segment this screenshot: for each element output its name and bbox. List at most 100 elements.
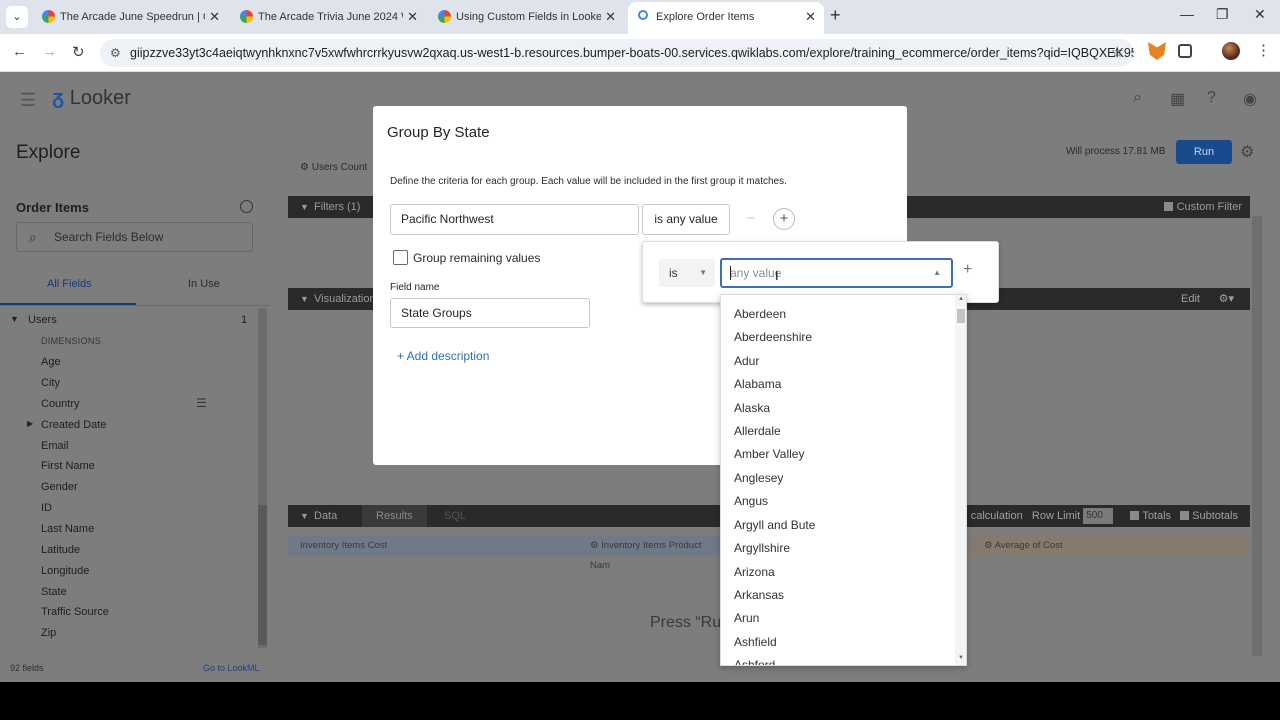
reload-icon[interactable]: ↻ [72,43,85,61]
list-item[interactable]: Aberdeen [734,307,786,321]
tab-results[interactable]: Results [362,505,427,527]
group-name-input[interactable]: Pacific Northwest [390,204,639,235]
tab-all-fields[interactable]: All Fields [47,278,92,290]
caret-down-icon[interactable]: ▼ [10,314,19,324]
history-icon[interactable] [240,200,253,213]
column-header[interactable]: ⚙ Inventory Items Product Nam [578,536,720,571]
browser-tab-4-active[interactable]: Explore Order Items ✕ [628,2,824,34]
close-tab-icon[interactable]: ✕ [407,4,418,30]
add-group-icon[interactable]: + [773,208,795,230]
address-bar[interactable]: ⚙ giipzzve33yt3c4aeiqtwynhknxnc7v5xwfwhr… [100,39,1134,67]
close-tab-icon[interactable]: ✕ [605,4,616,30]
caret-right-icon[interactable]: ▶ [27,419,33,428]
subtotals-checkbox[interactable] [1180,511,1190,520]
field-name-input[interactable]: State Groups [390,298,590,328]
tab-in-use[interactable]: In Use [188,278,220,290]
column-header[interactable]: ⚙ Average of Cost [972,536,1250,556]
list-item[interactable]: Adur [734,354,759,368]
tab-title: The Arcade June Speedrun | Go [60,11,205,23]
totals-checkbox[interactable] [1130,511,1140,520]
browser-tab-2[interactable]: The Arcade Trivia June 2024 We ✕ [230,4,426,30]
field-created-date[interactable]: Created Date [41,419,106,431]
close-tab-icon[interactable]: ✕ [209,4,220,30]
field-id[interactable]: ID [41,502,52,514]
browser-tab-3[interactable]: Using Custom Fields in Looker ✕ [428,4,624,30]
list-item[interactable]: Angus [734,494,768,508]
browser-tab-1[interactable]: The Arcade June Speedrun | Go ✕ [32,4,228,30]
value-input[interactable]: any value ▲ [720,258,953,288]
operator-select[interactable]: is ▼ [659,259,715,287]
field-search-input[interactable]: ⌕ Search Fields Below [16,222,253,252]
triangle-up-icon[interactable]: ▲ [933,260,941,286]
field-first-name[interactable]: First Name [41,460,95,472]
field-traffic-source[interactable]: Traffic Source [41,606,109,618]
field-longitude[interactable]: Longitude [41,565,89,577]
field-country[interactable]: Country [41,398,80,410]
edit-visualization-button[interactable]: Edit [1181,288,1200,310]
add-description-link[interactable]: + Add description [397,349,489,363]
main-scrollbar[interactable] [1252,216,1262,656]
field-last-name[interactable]: Last Name [41,523,94,535]
field-age[interactable]: Age [41,356,61,368]
tab-search-chevron-icon[interactable]: ⌄ [6,6,28,28]
list-item[interactable]: Arizona [734,565,775,579]
forward-arrow-icon[interactable]: → [42,43,57,60]
add-condition-icon[interactable]: + [963,261,972,279]
list-item[interactable]: Argyllshire [734,541,790,555]
divider [0,305,270,306]
list-item[interactable]: Alaska [734,401,770,415]
list-item[interactable]: Argyll and Bute [734,518,815,532]
list-item[interactable]: Amber Valley [734,447,804,461]
column-header[interactable]: Inventory Items Cost [288,536,578,556]
row-limit-input[interactable]: 500 [1083,508,1114,525]
scroll-down-icon[interactable]: ▼ [958,655,964,661]
close-window-icon[interactable]: ✕ [1254,6,1266,23]
field-gender[interactable]: Gender [41,481,78,493]
new-tab-icon[interactable]: + [830,5,841,26]
filter-icon[interactable]: ☰ [196,396,207,410]
in-use-count: 1 [241,314,248,326]
visualization-label: Visualization [314,293,376,305]
custom-filter-toggle[interactable]: Custom Filter [1163,196,1242,218]
profile-avatar[interactable] [1222,42,1240,60]
field-latitude[interactable]: Latitude [41,544,80,556]
list-item[interactable]: Arkansas [734,588,784,602]
restore-icon[interactable]: ❐ [1216,6,1229,23]
filter-field-label: Users Count [311,162,368,173]
sidebar-scroll-thumb[interactable] [258,505,267,645]
view-group-users[interactable]: Users [28,314,57,326]
extensions-puzzle-icon[interactable] [1178,44,1192,58]
visualization-gear-icon[interactable]: ⚙▾ [1219,288,1234,310]
group-condition-button[interactable]: is any value [642,204,730,235]
group-remaining-checkbox[interactable] [393,250,408,265]
list-item[interactable]: Allerdale [734,424,781,438]
filter-field[interactable]: ⚙ Users Count [300,162,367,173]
tab-sql[interactable]: SQL [430,505,480,527]
list-item[interactable]: Alabama [734,377,781,391]
value-dropdown-list[interactable]: Aberdeen Aberdeenshire Adur Alabama Alas… [720,294,967,666]
text-cursor-icon: I [775,268,779,283]
checkbox[interactable] [1163,202,1173,211]
list-item[interactable]: Arun [734,611,759,625]
bookmark-star-icon[interactable]: ☆ [1111,39,1124,67]
field-email[interactable]: Email [41,440,69,452]
lookml-link[interactable]: Go to LookML [203,663,260,673]
scroll-up-icon[interactable]: ▲ [958,296,964,302]
site-settings-icon[interactable]: ⚙ [110,39,121,67]
field-city[interactable]: City [41,377,60,389]
list-item[interactable]: Anglesey [734,471,783,485]
close-tab-icon[interactable]: ✕ [805,2,816,32]
list-item[interactable]: Aberdeenshire [734,330,812,344]
browser-menu-icon[interactable]: ⋮ [1256,41,1271,59]
dropdown-scrollbar[interactable] [955,295,966,665]
field-state[interactable]: State [41,586,67,598]
remove-group-icon[interactable]: − [740,208,762,230]
back-arrow-icon[interactable]: ← [12,43,27,60]
dropdown-scroll-thumb[interactable] [957,309,965,323]
list-item[interactable]: Ashford [734,658,775,665]
minimize-icon[interactable]: — [1180,6,1194,22]
field-zip[interactable]: Zip [41,627,56,639]
list-item[interactable]: Ashfield [734,635,777,649]
dimensions-header: DIMENSIONS [41,336,102,346]
group-remaining-option[interactable]: Group remaining values [393,250,540,266]
